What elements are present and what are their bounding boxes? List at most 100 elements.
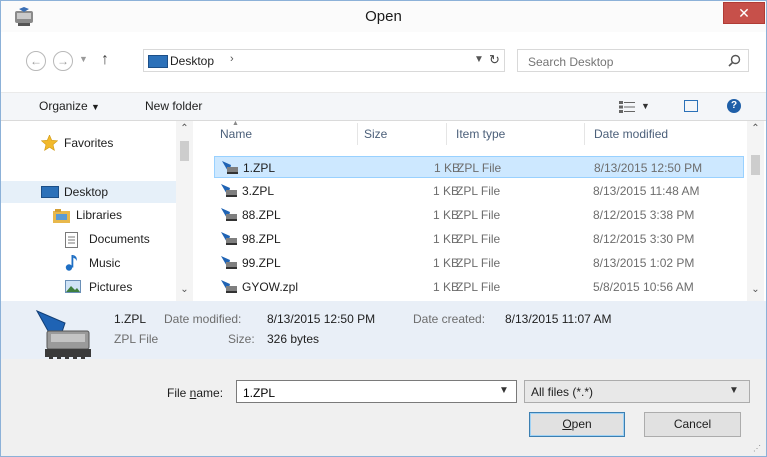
file-type: ZPL File xyxy=(456,256,501,270)
navigation-pane: Favorites Desktop Libraries Documents Mu… xyxy=(1,121,193,301)
zpl-file-icon xyxy=(221,208,237,221)
file-name-combobox[interactable]: ▼ xyxy=(236,380,517,403)
open-label-access-key: O xyxy=(562,417,572,431)
forward-button[interactable]: → xyxy=(53,51,73,71)
scroll-up-icon[interactable]: ⌃ xyxy=(747,123,764,134)
nav-pane-scrollbar[interactable]: ⌃ ⌄ xyxy=(176,121,193,301)
resize-grip-icon[interactable]: ⋰ xyxy=(753,444,761,453)
file-row[interactable]: 99.ZPL 1 KB ZPL File 8/13/2015 1:02 PM xyxy=(214,252,744,274)
organize-button[interactable]: Organize ▼ xyxy=(39,99,100,113)
details-size-label: Size: xyxy=(228,332,255,346)
file-name-label-end: ame: xyxy=(196,386,224,400)
file-name-area: File name: ▼ All files (*.*) ▼ Open Canc… xyxy=(1,359,766,456)
column-header-date-modified[interactable]: Date modified xyxy=(594,127,668,141)
nav-item-desktop[interactable]: Desktop xyxy=(1,181,176,203)
zpl-file-icon xyxy=(221,232,237,245)
details-file-name: 1.ZPL xyxy=(114,312,147,326)
zpl-file-icon xyxy=(221,256,237,269)
zpl-file-icon xyxy=(221,280,237,293)
zpl-file-large-icon xyxy=(35,309,91,362)
file-row[interactable]: 1.ZPL 1 KB ZPL File 8/13/2015 12:50 PM xyxy=(214,156,744,178)
new-folder-button[interactable]: New folder xyxy=(145,99,202,113)
details-file-type: ZPL File xyxy=(114,332,159,346)
column-divider[interactable] xyxy=(584,123,585,145)
details-created-label: Date created: xyxy=(413,312,486,326)
nav-item-libraries[interactable]: Libraries xyxy=(1,204,176,226)
file-type: ZPL File xyxy=(456,232,501,246)
open-button[interactable]: Open xyxy=(529,412,625,437)
search-input[interactable] xyxy=(526,53,720,70)
nav-item-documents[interactable]: Documents xyxy=(1,228,176,250)
file-date-modified: 8/13/2015 12:50 PM xyxy=(594,161,703,175)
file-name: 98.ZPL xyxy=(242,232,281,246)
search-box[interactable] xyxy=(517,49,749,72)
chevron-right-icon[interactable]: › xyxy=(230,53,234,65)
chevron-down-icon[interactable]: ▼ xyxy=(499,385,509,396)
nav-item-music[interactable]: Music xyxy=(1,252,176,274)
window-title: Open xyxy=(365,8,402,25)
search-icon[interactable] xyxy=(728,54,741,67)
nav-label: Desktop xyxy=(64,185,109,199)
file-name: 99.ZPL xyxy=(242,256,281,270)
scrollbar-thumb[interactable] xyxy=(751,155,760,175)
file-name-input[interactable] xyxy=(241,384,495,401)
arrow-left-icon: ← xyxy=(30,54,42,68)
chevron-down-icon[interactable]: ▼ xyxy=(729,385,739,396)
file-date-modified: 8/13/2015 11:48 AM xyxy=(593,184,700,198)
address-bar[interactable]: Desktop › ▼ ↻ xyxy=(143,49,505,72)
desktop-icon xyxy=(148,55,168,68)
close-button[interactable]: ✕ xyxy=(723,2,765,24)
preview-pane-icon[interactable] xyxy=(684,100,698,112)
help-icon[interactable]: ? xyxy=(727,99,741,113)
view-options-icon[interactable] xyxy=(619,101,635,113)
view-dropdown-icon[interactable]: ▼ xyxy=(641,101,650,111)
zpl-file-icon xyxy=(221,184,237,197)
file-size: 1 KB xyxy=(432,232,459,246)
file-list-scrollbar[interactable]: ⌃ ⌄ xyxy=(747,121,764,301)
caret-down-icon: ▼ xyxy=(91,102,100,112)
music-icon xyxy=(65,255,77,271)
file-row[interactable]: 3.ZPL 1 KB ZPL File 8/13/2015 11:48 AM xyxy=(214,180,744,202)
breadcrumb[interactable]: Desktop xyxy=(170,54,214,68)
open-dialog: Open ✕ ← → ▼ ↑ Desktop › ▼ ↻ Organize ▼ … xyxy=(0,0,767,457)
column-header-item-type[interactable]: Item type xyxy=(456,127,505,141)
nav-item-pictures[interactable]: Pictures xyxy=(1,276,176,298)
cancel-button[interactable]: Cancel xyxy=(644,412,741,437)
nav-label: Documents xyxy=(89,232,150,246)
nav-label: Pictures xyxy=(89,280,133,294)
file-name: 3.ZPL xyxy=(242,184,275,198)
nav-label: Libraries xyxy=(76,208,123,222)
scrollbar-thumb[interactable] xyxy=(180,141,189,161)
desktop-icon xyxy=(41,186,59,198)
scroll-down-icon[interactable]: ⌄ xyxy=(176,284,193,295)
scroll-up-icon[interactable]: ⌃ xyxy=(176,123,193,134)
file-list: Name ▲ Size Item type Date modified 1.ZP… xyxy=(194,120,744,301)
column-divider[interactable] xyxy=(357,123,358,145)
details-pane: 1.ZPL ZPL File Date modified: 8/13/2015 … xyxy=(1,301,766,362)
file-date-modified: 8/12/2015 3:30 PM xyxy=(593,232,695,246)
back-button[interactable]: ← xyxy=(26,51,46,71)
column-divider[interactable] xyxy=(446,123,447,145)
open-label: pen xyxy=(571,417,592,431)
column-header-size[interactable]: Size xyxy=(364,127,387,141)
close-icon: ✕ xyxy=(738,5,750,21)
file-name: 88.ZPL xyxy=(242,208,281,222)
file-type-filter[interactable]: All files (*.*) ▼ xyxy=(524,380,750,403)
file-name: 1.ZPL xyxy=(243,161,276,175)
nav-item-favorites[interactable]: Favorites xyxy=(1,132,176,154)
file-row[interactable]: 88.ZPL 1 KB ZPL File 8/12/2015 3:38 PM xyxy=(214,204,744,226)
scroll-down-icon[interactable]: ⌄ xyxy=(747,284,764,295)
refresh-icon[interactable]: ↻ xyxy=(489,52,500,68)
chevron-down-icon[interactable]: ▼ xyxy=(474,54,484,65)
arrow-right-icon: → xyxy=(57,54,69,68)
recent-locations-dropdown[interactable]: ▼ xyxy=(79,54,88,64)
pictures-icon xyxy=(65,280,81,293)
column-header-name[interactable]: Name xyxy=(220,127,252,141)
file-name-label-start: File xyxy=(167,386,190,400)
command-bar: Organize ▼ New folder ▼ ? xyxy=(1,92,766,121)
file-row[interactable]: 98.ZPL 1 KB ZPL File 8/12/2015 3:30 PM xyxy=(214,228,744,250)
arrow-up-icon: ↑ xyxy=(101,51,109,68)
file-row[interactable]: GYOW.zpl 1 KB ZPL File 5/8/2015 10:56 AM xyxy=(214,276,744,298)
up-button[interactable]: ↑ xyxy=(101,51,109,69)
organize-label: Organize xyxy=(39,99,88,113)
